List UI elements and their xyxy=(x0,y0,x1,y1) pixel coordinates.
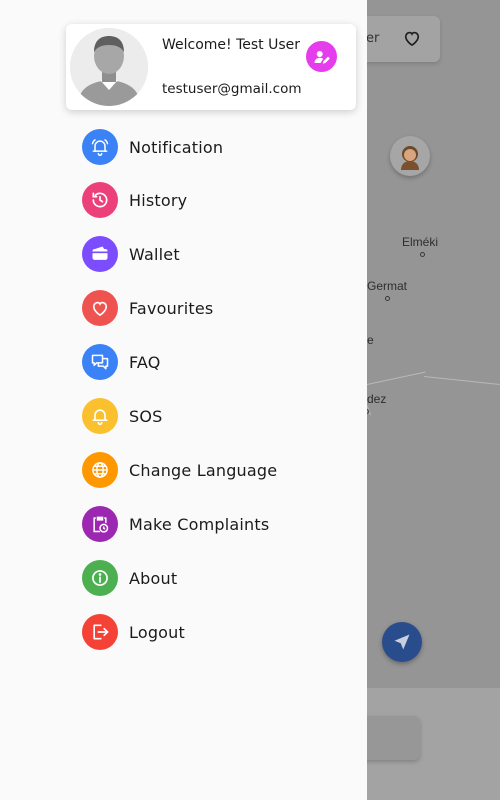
chat-bubbles-icon xyxy=(82,344,118,380)
menu-item-faq[interactable]: FAQ xyxy=(82,343,352,381)
menu-item-label: Wallet xyxy=(129,244,180,264)
map-label-germat: Germat xyxy=(367,279,408,293)
menu-item-favourites[interactable]: Favourites xyxy=(82,289,352,327)
menu-item-label: History xyxy=(129,190,188,210)
map-label-elmeki: Elméki xyxy=(402,235,439,249)
menu-item-label: FAQ xyxy=(129,352,161,372)
menu-item-make-complaints[interactable]: Make Complaints xyxy=(82,505,352,543)
driver-avatar-marker[interactable] xyxy=(390,136,430,176)
menu-item-label: SOS xyxy=(129,406,163,426)
menu-item-about[interactable]: About xyxy=(82,559,352,597)
menu-item-sos[interactable]: SOS xyxy=(82,397,352,435)
history-icon xyxy=(82,182,118,218)
menu-item-wallet[interactable]: Wallet xyxy=(82,235,352,273)
edit-profile-icon[interactable] xyxy=(306,41,337,72)
map-road xyxy=(366,371,426,385)
avatar xyxy=(70,28,148,106)
wallet-icon xyxy=(82,236,118,272)
menu-item-label: Make Complaints xyxy=(129,514,270,534)
favourite-heart-icon[interactable] xyxy=(402,28,422,52)
profile-greeting: Welcome! Test User xyxy=(162,37,301,53)
menu-item-logout[interactable]: Logout xyxy=(82,613,352,651)
map-label-dez: dez xyxy=(367,392,387,406)
menu-item-label: Notification xyxy=(129,137,224,157)
menu-item-label: About xyxy=(129,568,178,588)
map-search-text: er xyxy=(366,31,380,46)
menu-item-label: Logout xyxy=(129,622,185,642)
menu-item-label: Favourites xyxy=(129,298,214,318)
globe-icon xyxy=(82,452,118,488)
menu-item-notification[interactable]: Notification xyxy=(82,128,352,166)
map-label-partial: e xyxy=(367,333,374,347)
alarm-bell-icon xyxy=(82,398,118,434)
bell-ring-icon xyxy=(82,129,118,165)
profile-card[interactable]: Welcome! Test User testuser@gmail.com xyxy=(66,24,356,110)
profile-email: testuser@gmail.com xyxy=(162,81,302,97)
map-road xyxy=(423,376,500,385)
menu-item-history[interactable]: History xyxy=(82,181,352,219)
navigation-drawer: Welcome! Test User testuser@gmail.com No… xyxy=(0,0,367,800)
info-icon xyxy=(82,560,118,596)
logout-icon xyxy=(82,614,118,650)
menu-item-change-language[interactable]: Change Language xyxy=(82,451,352,489)
menu-item-label: Change Language xyxy=(129,460,278,480)
map-place-dot xyxy=(420,252,425,257)
map-place-dot xyxy=(385,296,390,301)
heart-icon xyxy=(82,290,118,326)
navigation-icon[interactable] xyxy=(382,622,422,662)
clipboard-clock-icon xyxy=(82,506,118,542)
